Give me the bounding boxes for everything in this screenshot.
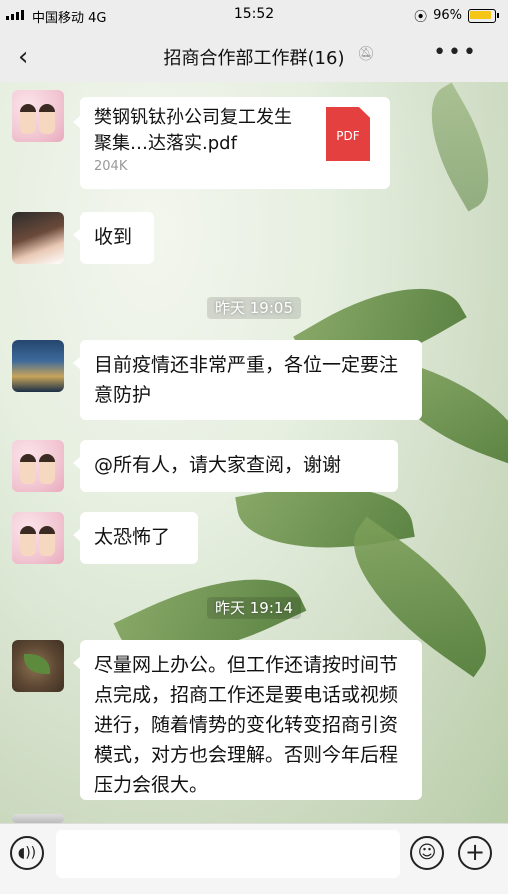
message-bubble[interactable]: 太恐怖了 [73,512,198,564]
battery-icon [468,8,499,23]
message-text: 收到 [94,226,133,248]
avatar [12,814,64,823]
avatar[interactable] [12,340,64,392]
message-text: 尽量网上办公。但工作还请按时间节点完成，招商工作还是要电话或视频进行，随着情势的… [94,654,399,796]
avatar[interactable] [12,640,64,692]
file-name: 樊钢钒钛孙公司复工发生聚集…达落实.pdf [94,107,292,154]
pdf-icon: PDF [326,107,370,161]
voice-icon[interactable]: ◖)) [10,836,44,870]
message-input[interactable] [56,830,400,878]
file-message[interactable]: 樊钢钒钛孙公司复工发生聚集…达落实.pdf 204K PDF [73,97,390,189]
message-bubble[interactable]: 收到 [73,212,154,264]
emoji-icon[interactable]: ☺ [410,836,444,870]
message-bubble[interactable]: 尽量网上办公。但工作还请按时间节点完成，招商工作还是要电话或视频进行，随着情势的… [73,640,422,800]
message-text: 目前疫情还非常严重，各位一定要注意防护 [94,354,399,406]
chat-title: 招商合作部工作群(16) [163,48,345,69]
message-text: 太恐怖了 [94,526,171,548]
file-size: 204K [94,159,128,174]
status-bar: 中国移动 4G 15:52 ⦿ 96% [0,0,508,30]
more-icon[interactable]: ••• [433,40,478,65]
message-text: @所有人，请大家查阅，谢谢 [94,454,342,476]
avatar[interactable] [12,90,64,142]
chat-header: ‹ 招商合作部工作群(16) 🔕︎ ••• [0,30,508,82]
message-bubble[interactable]: 目前疫情还非常严重，各位一定要注意防护 [73,340,422,420]
input-bar: ◖)) ☺ + [0,823,508,894]
plus-icon[interactable]: + [458,836,492,870]
timestamp: 昨天 19:14 [0,597,508,619]
message-bubble[interactable]: @所有人，请大家查阅，谢谢 [73,440,398,492]
avatar[interactable] [12,440,64,492]
orientation-lock-icon: ⦿ [414,10,428,25]
battery-percent: 96% [433,8,462,23]
bell-off-icon: 🔕︎ [357,46,375,62]
avatar[interactable] [12,512,64,564]
avatar[interactable] [12,212,64,264]
timestamp: 昨天 19:05 [0,297,508,319]
